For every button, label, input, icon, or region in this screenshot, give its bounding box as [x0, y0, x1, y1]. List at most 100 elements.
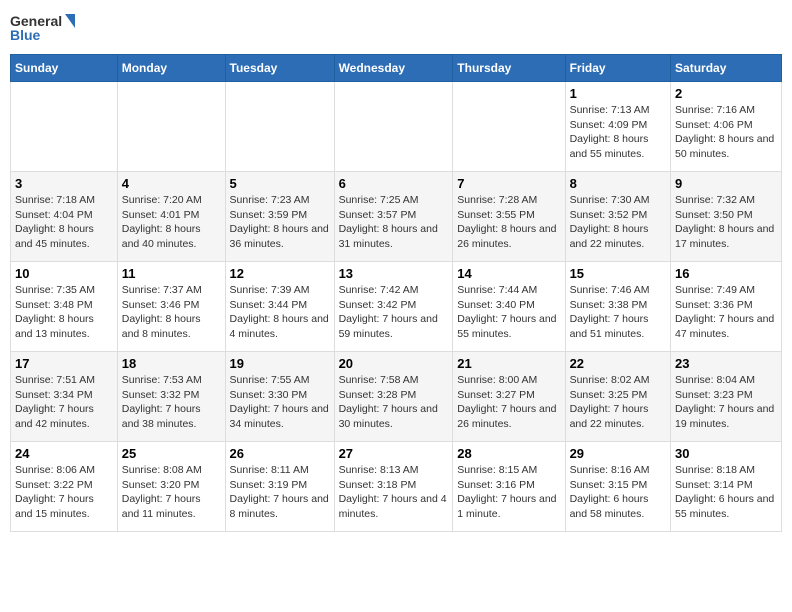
weekday-header-tuesday: Tuesday [225, 55, 334, 82]
day-info: Sunrise: 7:18 AM Sunset: 4:04 PM Dayligh… [15, 193, 113, 252]
day-number: 3 [15, 176, 113, 191]
calendar-cell: 22 Sunrise: 8:02 AM Sunset: 3:25 PM Dayli… [565, 352, 670, 442]
day-info: Sunrise: 7:46 AM Sunset: 3:38 PM Dayligh… [570, 283, 666, 342]
day-info: Sunrise: 7:13 AM Sunset: 4:09 PM Dayligh… [570, 103, 666, 162]
calendar-cell: 8 Sunrise: 7:30 AM Sunset: 3:52 PM Daylig… [565, 172, 670, 262]
day-info: Sunrise: 7:23 AM Sunset: 3:59 PM Dayligh… [230, 193, 330, 252]
weekday-header-row: SundayMondayTuesdayWednesdayThursdayFrid… [11, 55, 782, 82]
weekday-header-wednesday: Wednesday [334, 55, 453, 82]
calendar-cell: 5 Sunrise: 7:23 AM Sunset: 3:59 PM Daylig… [225, 172, 334, 262]
day-number: 28 [457, 446, 560, 461]
day-info: Sunrise: 7:51 AM Sunset: 3:34 PM Dayligh… [15, 373, 113, 432]
day-number: 22 [570, 356, 666, 371]
day-info: Sunrise: 7:35 AM Sunset: 3:48 PM Dayligh… [15, 283, 113, 342]
calendar-cell: 2Sunrise: 7:16 AM Sunset: 4:06 PM Daylig… [671, 82, 782, 172]
calendar-cell [453, 82, 565, 172]
calendar-cell: 24Sunrise: 8:06 AM Sunset: 3:22 PM Dayli… [11, 442, 118, 532]
calendar-cell: 3 Sunrise: 7:18 AM Sunset: 4:04 PM Daylig… [11, 172, 118, 262]
day-info: Sunrise: 7:32 AM Sunset: 3:50 PM Dayligh… [675, 193, 777, 252]
day-info: Sunrise: 7:55 AM Sunset: 3:30 PM Dayligh… [230, 373, 330, 432]
calendar-cell: 28 Sunrise: 8:15 AM Sunset: 3:16 PM Dayli… [453, 442, 565, 532]
calendar-cell: 9Sunrise: 7:32 AM Sunset: 3:50 PM Daylig… [671, 172, 782, 262]
calendar-cell: 20 Sunrise: 7:58 AM Sunset: 3:28 PM Dayli… [334, 352, 453, 442]
day-info: Sunrise: 7:39 AM Sunset: 3:44 PM Dayligh… [230, 283, 330, 342]
day-info: Sunrise: 7:49 AM Sunset: 3:36 PM Dayligh… [675, 283, 777, 342]
day-info: Sunrise: 8:06 AM Sunset: 3:22 PM Dayligh… [15, 463, 113, 522]
calendar-cell: 13 Sunrise: 7:42 AM Sunset: 3:42 PM Dayli… [334, 262, 453, 352]
calendar-cell: 1 Sunrise: 7:13 AM Sunset: 4:09 PM Daylig… [565, 82, 670, 172]
calendar-cell: 21Sunrise: 8:00 AM Sunset: 3:27 PM Dayli… [453, 352, 565, 442]
day-number: 15 [570, 266, 666, 281]
day-number: 26 [230, 446, 330, 461]
calendar-cell: 10 Sunrise: 7:35 AM Sunset: 3:48 PM Dayli… [11, 262, 118, 352]
calendar-cell: 17Sunrise: 7:51 AM Sunset: 3:34 PM Dayli… [11, 352, 118, 442]
calendar-cell: 29 Sunrise: 8:16 AM Sunset: 3:15 PM Dayli… [565, 442, 670, 532]
weekday-header-thursday: Thursday [453, 55, 565, 82]
calendar-body: 1 Sunrise: 7:13 AM Sunset: 4:09 PM Daylig… [11, 82, 782, 532]
calendar-cell: 27Sunrise: 8:13 AM Sunset: 3:18 PM Dayli… [334, 442, 453, 532]
calendar-cell: 4 Sunrise: 7:20 AM Sunset: 4:01 PM Daylig… [117, 172, 225, 262]
day-info: Sunrise: 7:20 AM Sunset: 4:01 PM Dayligh… [122, 193, 221, 252]
day-info: Sunrise: 7:16 AM Sunset: 4:06 PM Dayligh… [675, 103, 777, 162]
calendar-week-2: 3 Sunrise: 7:18 AM Sunset: 4:04 PM Daylig… [11, 172, 782, 262]
day-number: 29 [570, 446, 666, 461]
day-info: Sunrise: 7:42 AM Sunset: 3:42 PM Dayligh… [339, 283, 449, 342]
day-info: Sunrise: 7:37 AM Sunset: 3:46 PM Dayligh… [122, 283, 221, 342]
day-info: Sunrise: 7:53 AM Sunset: 3:32 PM Dayligh… [122, 373, 221, 432]
day-number: 1 [570, 86, 666, 101]
day-number: 5 [230, 176, 330, 191]
calendar-cell: 14 Sunrise: 7:44 AM Sunset: 3:40 PM Dayli… [453, 262, 565, 352]
day-number: 25 [122, 446, 221, 461]
calendar-cell [334, 82, 453, 172]
day-number: 30 [675, 446, 777, 461]
day-info: Sunrise: 7:28 AM Sunset: 3:55 PM Dayligh… [457, 193, 560, 252]
day-number: 8 [570, 176, 666, 191]
day-info: Sunrise: 7:30 AM Sunset: 3:52 PM Dayligh… [570, 193, 666, 252]
calendar-cell [225, 82, 334, 172]
logo-svg: GeneralBlue [10, 10, 80, 46]
day-number: 23 [675, 356, 777, 371]
calendar-cell: 25 Sunrise: 8:08 AM Sunset: 3:20 PM Dayli… [117, 442, 225, 532]
day-info: Sunrise: 8:13 AM Sunset: 3:18 PM Dayligh… [339, 463, 449, 522]
calendar-cell [11, 82, 118, 172]
day-number: 14 [457, 266, 560, 281]
logo: GeneralBlue [10, 10, 80, 46]
day-info: Sunrise: 8:18 AM Sunset: 3:14 PM Dayligh… [675, 463, 777, 522]
calendar-week-4: 17Sunrise: 7:51 AM Sunset: 3:34 PM Dayli… [11, 352, 782, 442]
day-number: 12 [230, 266, 330, 281]
day-number: 11 [122, 266, 221, 281]
day-number: 6 [339, 176, 449, 191]
day-info: Sunrise: 7:44 AM Sunset: 3:40 PM Dayligh… [457, 283, 560, 342]
page-header: GeneralBlue [10, 10, 782, 46]
calendar-table: SundayMondayTuesdayWednesdayThursdayFrid… [10, 54, 782, 532]
day-number: 13 [339, 266, 449, 281]
calendar-cell: 26 Sunrise: 8:11 AM Sunset: 3:19 PM Dayli… [225, 442, 334, 532]
day-number: 20 [339, 356, 449, 371]
calendar-cell: 11 Sunrise: 7:37 AM Sunset: 3:46 PM Dayli… [117, 262, 225, 352]
calendar-cell: 16 Sunrise: 7:49 AM Sunset: 3:36 PM Dayli… [671, 262, 782, 352]
weekday-header-saturday: Saturday [671, 55, 782, 82]
day-info: Sunrise: 8:02 AM Sunset: 3:25 PM Dayligh… [570, 373, 666, 432]
day-info: Sunrise: 7:58 AM Sunset: 3:28 PM Dayligh… [339, 373, 449, 432]
day-info: Sunrise: 8:11 AM Sunset: 3:19 PM Dayligh… [230, 463, 330, 522]
calendar-cell: 15 Sunrise: 7:46 AM Sunset: 3:38 PM Dayli… [565, 262, 670, 352]
weekday-header-sunday: Sunday [11, 55, 118, 82]
calendar-week-1: 1 Sunrise: 7:13 AM Sunset: 4:09 PM Daylig… [11, 82, 782, 172]
calendar-cell: 30 Sunrise: 8:18 AM Sunset: 3:14 PM Dayli… [671, 442, 782, 532]
day-number: 16 [675, 266, 777, 281]
calendar-cell [117, 82, 225, 172]
calendar-header: SundayMondayTuesdayWednesdayThursdayFrid… [11, 55, 782, 82]
calendar-week-3: 10 Sunrise: 7:35 AM Sunset: 3:48 PM Dayli… [11, 262, 782, 352]
day-info: Sunrise: 8:04 AM Sunset: 3:23 PM Dayligh… [675, 373, 777, 432]
day-info: Sunrise: 8:15 AM Sunset: 3:16 PM Dayligh… [457, 463, 560, 522]
day-number: 21 [457, 356, 560, 371]
day-number: 10 [15, 266, 113, 281]
calendar-week-5: 24Sunrise: 8:06 AM Sunset: 3:22 PM Dayli… [11, 442, 782, 532]
weekday-header-monday: Monday [117, 55, 225, 82]
day-info: Sunrise: 7:25 AM Sunset: 3:57 PM Dayligh… [339, 193, 449, 252]
day-number: 7 [457, 176, 560, 191]
day-info: Sunrise: 8:16 AM Sunset: 3:15 PM Dayligh… [570, 463, 666, 522]
calendar-cell: 18Sunrise: 7:53 AM Sunset: 3:32 PM Dayli… [117, 352, 225, 442]
day-info: Sunrise: 8:08 AM Sunset: 3:20 PM Dayligh… [122, 463, 221, 522]
day-number: 4 [122, 176, 221, 191]
